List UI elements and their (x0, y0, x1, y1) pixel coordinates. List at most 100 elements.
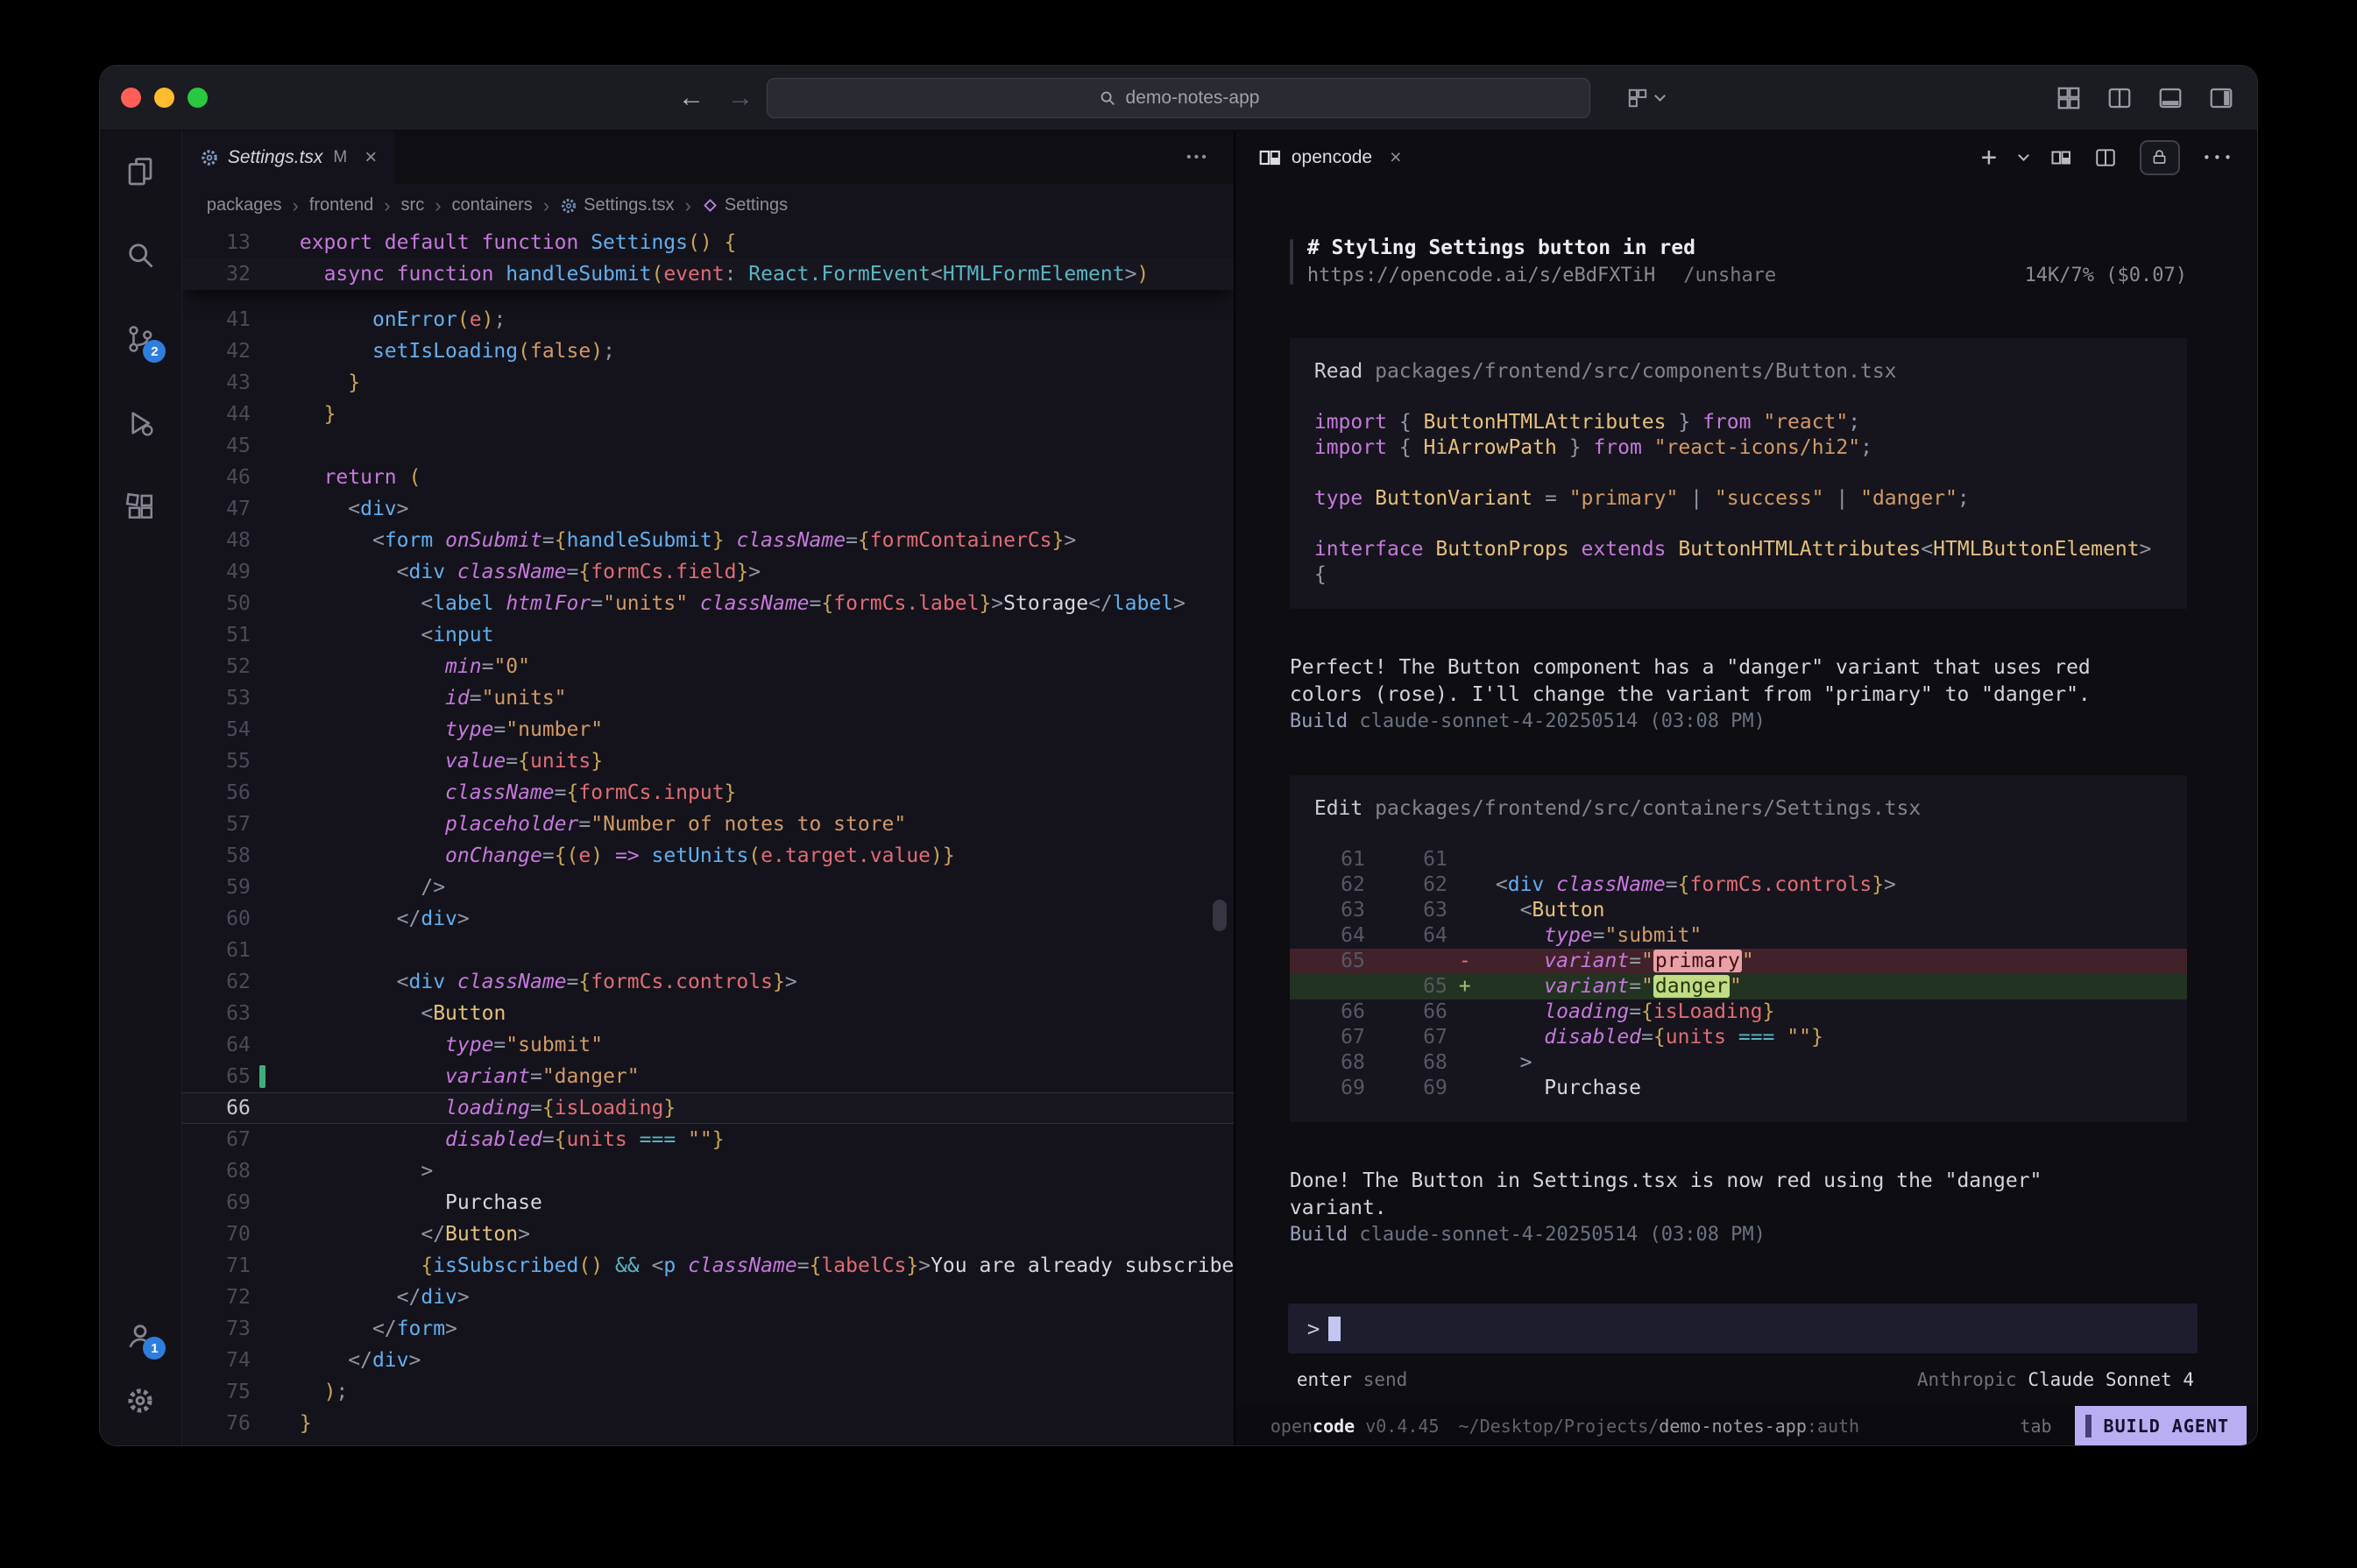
line-number: 50 (182, 588, 300, 619)
breadcrumb-item[interactable]: src (401, 195, 425, 215)
breadcrumb-item[interactable]: packages (207, 195, 282, 215)
code-line[interactable]: 73 </form> (182, 1313, 1234, 1345)
lock-toggle[interactable] (2140, 140, 2180, 175)
window-minimize-button[interactable] (154, 88, 174, 108)
code-line[interactable]: 41 onError(e); (182, 304, 1234, 335)
code-line[interactable]: 64 type="submit" (182, 1029, 1234, 1061)
code-line[interactable]: 62 <div className={formCs.controls}> (182, 966, 1234, 998)
window-zoom-button[interactable] (188, 88, 208, 108)
code-line[interactable]: 57 placeholder="Number of notes to store… (182, 809, 1234, 840)
diff-row: 6666 loading={isLoading} (1290, 999, 2187, 1025)
code-line[interactable]: 52 min="0" (182, 651, 1234, 682)
code-line[interactable]: 60 </div> (182, 903, 1234, 935)
line-number: 13 (182, 227, 300, 258)
code-line[interactable]: 66 loading={isLoading} (182, 1092, 1234, 1124)
breadcrumb-item[interactable]: Settings (702, 195, 788, 215)
code-line[interactable]: 74 </div> (182, 1345, 1234, 1376)
line-number: 59 (182, 872, 300, 903)
code-line[interactable]: 51 <input (182, 619, 1234, 651)
code-line[interactable]: 58 onChange={(e) => setUnits(e.target.va… (182, 840, 1234, 872)
line-content: </form> (300, 1313, 1234, 1345)
editor-more-actions-icon[interactable]: ••• (1186, 150, 1209, 166)
code-line[interactable]: 63 <Button (182, 998, 1234, 1029)
source-control-icon[interactable]: 2 (121, 320, 159, 358)
opencode-chat: # Styling Settings button in redhttps://… (1235, 184, 2257, 1303)
breadcrumb-item[interactable]: containers (452, 195, 533, 215)
search-sidebar-icon[interactable] (121, 236, 159, 274)
gear-icon (560, 197, 577, 215)
code-line[interactable]: 75 ); (182, 1376, 1234, 1408)
boxes-icon (1626, 87, 1649, 109)
terminal-profile-chevron-icon[interactable] (2018, 150, 2029, 161)
code-line[interactable]: 61 (182, 935, 1234, 966)
split-editor-icon[interactable] (2106, 85, 2133, 111)
code-editor[interactable]: 41 onError(e);42 setIsLoading(false);43 … (182, 227, 1234, 1446)
project-name: demo-notes-app (1659, 1416, 1807, 1437)
scrollbar-thumb[interactable] (1213, 900, 1227, 931)
enter-hint: enter (1297, 1369, 1352, 1390)
extensions-icon[interactable] (121, 488, 159, 526)
code-line[interactable]: 72 </div> (182, 1282, 1234, 1313)
line-number: 67 (182, 1124, 300, 1155)
customize-layout-icon[interactable] (2056, 85, 2082, 111)
agent-badge[interactable]: BUILD AGENT (2075, 1406, 2247, 1446)
code-line[interactable]: 53 id="units" (182, 682, 1234, 714)
editor-tab-bar: Settings.tsx M × ••• (182, 131, 1234, 184)
code-line[interactable]: 67 disabled={units === ""} (182, 1124, 1234, 1155)
back-button[interactable]: ← (678, 83, 704, 113)
model-label[interactable]: Claude Sonnet 4 (2028, 1369, 2194, 1390)
code-line[interactable]: 49 <div className={formCs.field}> (182, 556, 1234, 588)
breadcrumb-item[interactable]: frontend (309, 195, 373, 215)
line-number: 32 (182, 258, 300, 290)
account-icon[interactable]: 1 (121, 1317, 159, 1355)
profile-switcher[interactable] (1626, 66, 1664, 130)
code-line[interactable]: 70 </Button> (182, 1218, 1234, 1250)
line-number: 73 (182, 1313, 300, 1345)
forward-button[interactable]: → (727, 83, 754, 113)
code-line[interactable]: 54 type="number" (182, 714, 1234, 745)
line-content: type="submit" (300, 1029, 1234, 1061)
window-close-button[interactable] (121, 88, 141, 108)
command-center-search[interactable]: demo-notes-app (767, 78, 1590, 118)
scm-changes-badge: 2 (143, 340, 166, 363)
code-line[interactable]: 65 variant="danger" (182, 1061, 1234, 1092)
code-line[interactable]: 48 <form onSubmit={handleSubmit} classNa… (182, 525, 1234, 556)
new-terminal-icon[interactable]: + (1981, 145, 1997, 171)
share-url[interactable]: https://opencode.ai/s/eBdFXTiH (1307, 262, 1655, 289)
line-content (300, 430, 1234, 462)
code-line[interactable]: 59 /> (182, 872, 1234, 903)
tab-close-icon[interactable]: × (365, 145, 377, 170)
code-line[interactable]: 47 <div> (182, 493, 1234, 525)
prompt-input[interactable]: > (1288, 1303, 2198, 1353)
code-line[interactable]: 56 className={formCs.input} (182, 777, 1234, 809)
code-line[interactable]: 43 } (182, 367, 1234, 399)
unshare-link[interactable]: /unshare (1683, 262, 1776, 289)
tab-opencode[interactable]: opencode × (1258, 145, 1402, 169)
search-value: demo-notes-app (1126, 88, 1260, 109)
opencode-terminal-icon[interactable] (2050, 147, 2071, 168)
text-cursor (1328, 1317, 1341, 1341)
code-line[interactable]: 71 {isSubscribed() && <p className={labe… (182, 1250, 1234, 1282)
code-line[interactable]: 55 value={units} (182, 745, 1234, 777)
explorer-icon[interactable] (121, 152, 159, 190)
code-line[interactable]: 46 return ( (182, 462, 1234, 493)
code-line[interactable]: 50 <label htmlFor="units" className={for… (182, 588, 1234, 619)
diff-row: 6161 (1290, 847, 2187, 872)
panel-more-actions-icon[interactable]: ••• (2203, 150, 2234, 166)
run-debug-icon[interactable] (121, 404, 159, 442)
split-terminal-icon[interactable] (2094, 146, 2117, 169)
toggle-panel-icon[interactable] (2157, 85, 2184, 111)
code-line[interactable]: 68 > (182, 1155, 1234, 1187)
panel-close-icon[interactable]: × (1390, 145, 1401, 169)
sticky-line[interactable]: 32 async function handleSubmit(event: Re… (182, 258, 1234, 290)
code-line[interactable]: 45 (182, 430, 1234, 462)
code-line[interactable]: 42 setIsLoading(false); (182, 335, 1234, 367)
code-line[interactable]: 44 } (182, 399, 1234, 430)
tab-settings-tsx[interactable]: Settings.tsx M × (182, 131, 394, 184)
breadcrumb-item[interactable]: Settings.tsx (560, 195, 674, 215)
settings-gear-icon[interactable] (121, 1381, 159, 1420)
code-line[interactable]: 69 Purchase (182, 1187, 1234, 1218)
sticky-line[interactable]: 13export default function Settings() { (182, 227, 1234, 258)
code-line[interactable]: 76} (182, 1408, 1234, 1439)
toggle-secondary-sidebar-icon[interactable] (2208, 85, 2234, 111)
